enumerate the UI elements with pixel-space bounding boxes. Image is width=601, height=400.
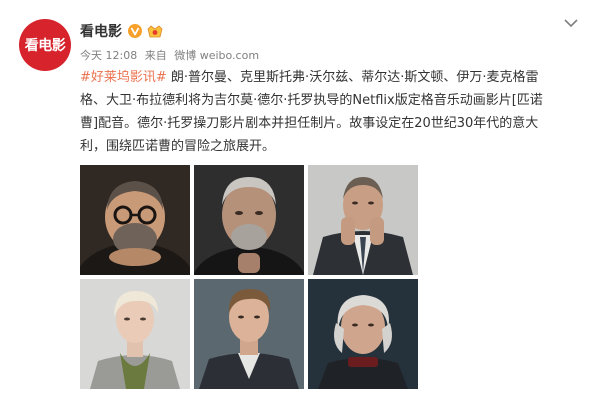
post-text-line-1-body: 朗·普尔曼、克里斯托弗·沃尔兹、蒂尔达·斯文顿、伊万·麦克格雷 bbox=[166, 70, 539, 85]
photo-christoph-waltz[interactable] bbox=[308, 165, 418, 275]
author-name[interactable]: 看电影 bbox=[80, 21, 122, 41]
photo-ron-perlman[interactable] bbox=[194, 165, 304, 275]
photo-ewan-mcgregor[interactable] bbox=[194, 279, 304, 389]
photo-grid bbox=[80, 165, 420, 390]
post-text-line-1: #好莱坞影讯# 朗·普尔曼、克里斯托弗·沃尔兹、蒂尔达·斯文顿、伊万·麦克格雷 bbox=[80, 66, 592, 89]
author-avatar[interactable]: 看电影 bbox=[19, 19, 71, 71]
post-text: #好莱坞影讯# 朗·普尔曼、克里斯托弗·沃尔兹、蒂尔达·斯文顿、伊万·麦克格雷 … bbox=[80, 66, 592, 158]
post-text-line-3: 曹]配音。德尔·托罗操刀影片剧本并担任制片。故事设定在20世纪30年代的意大 bbox=[80, 116, 539, 131]
post-meta: 今天 12:08 来自 微博 weibo.com bbox=[80, 47, 263, 63]
verified-v-icon bbox=[128, 24, 142, 38]
photo-guillermo-del-toro[interactable] bbox=[80, 165, 190, 275]
post-text-line-2: 格、大卫·布拉德利将为吉尔莫·德尔·托罗执导的Netflix版定格音乐动画影片[… bbox=[80, 93, 543, 108]
weibo-post-card: 看电影 看电影 今天 12:08 来自 微博 weibo.com #好莱坞影讯#… bbox=[0, 0, 601, 400]
post-text-line-4: 利，围绕匹诺曹的冒险之旅展开。 bbox=[80, 139, 276, 154]
photo-tilda-swinton[interactable] bbox=[80, 279, 190, 389]
source-prefix: 来自 bbox=[144, 49, 167, 62]
photo-david-bradley[interactable] bbox=[308, 279, 418, 389]
post-time[interactable]: 今天 12:08 bbox=[80, 49, 137, 62]
avatar-text: 看电影 bbox=[24, 38, 66, 54]
post-source[interactable]: 微博 weibo.com bbox=[174, 49, 259, 62]
author-row: 看电影 bbox=[80, 21, 163, 41]
vip-badge-icon[interactable] bbox=[147, 24, 163, 38]
chevron-down-icon[interactable] bbox=[562, 16, 580, 30]
hashtag-link[interactable]: #好莱坞影讯# bbox=[80, 70, 167, 85]
